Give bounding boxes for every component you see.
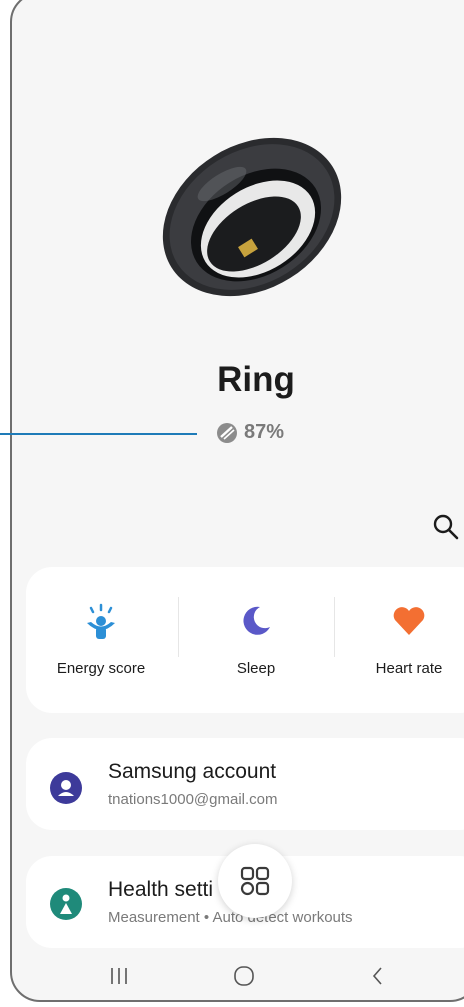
- sleep-tile[interactable]: Sleep: [181, 567, 331, 713]
- account-email: tnations1000@gmail.com: [108, 791, 278, 808]
- system-nav-bar: [12, 954, 464, 1000]
- back-button[interactable]: [368, 964, 388, 993]
- health-title: Health setti: [108, 878, 214, 901]
- health-subtitle: Measurement • Auto detect workouts: [108, 909, 353, 926]
- recents-icon: [111, 968, 127, 984]
- battery-icon: [217, 422, 237, 443]
- account-title: Samsung account: [108, 760, 277, 783]
- search-button[interactable]: [432, 513, 460, 541]
- back-icon: [372, 967, 382, 985]
- callout-line: [0, 433, 197, 435]
- energy-score-tile[interactable]: Energy score: [26, 567, 176, 713]
- battery-status: 87%: [216, 421, 284, 444]
- home-button[interactable]: [232, 964, 256, 993]
- sleep-label: Sleep: [236, 660, 276, 677]
- search-icon: [433, 514, 459, 540]
- grid-apps-icon: [240, 866, 270, 896]
- heart-rate-label: Heart rate: [375, 660, 443, 677]
- phone-frame: Ring 87% Energy score Sleep Heart rate S…: [10, 0, 464, 1002]
- heart-rate-tile[interactable]: Heart rate: [334, 567, 464, 713]
- samsung-account-row[interactable]: Samsung account tnations1000@gmail.com: [26, 738, 464, 830]
- heart-icon: [393, 607, 425, 635]
- divider: [178, 597, 179, 657]
- home-icon: [234, 966, 254, 986]
- ring-image: [152, 114, 352, 314]
- recents-button[interactable]: [108, 964, 130, 993]
- moon-icon: [243, 606, 270, 635]
- health-icon: [50, 888, 82, 920]
- device-name: Ring: [217, 360, 295, 399]
- energy-score-label: Energy score: [56, 660, 146, 677]
- account-icon: [50, 772, 82, 804]
- battery-percent: 87%: [244, 421, 285, 443]
- energy-person-icon: [87, 603, 115, 639]
- metrics-card: Energy score Sleep Heart rate: [26, 567, 464, 713]
- apps-button[interactable]: [218, 844, 292, 918]
